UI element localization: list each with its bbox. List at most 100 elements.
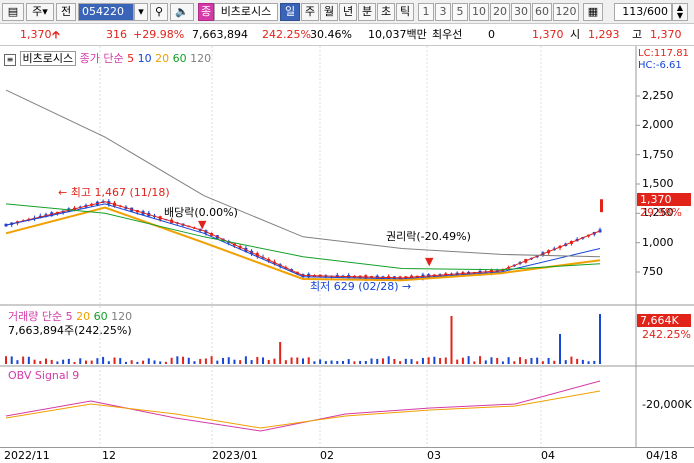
volume-bar [290,357,293,364]
volume-bar [22,356,25,364]
period-minute[interactable]: 분 [358,3,376,21]
name-tag-badge: 종 [198,3,214,21]
volume-bar [96,358,99,364]
obv-signal: Signal 9 [34,369,80,382]
volume-bar [387,356,390,364]
volume-bar [507,357,510,364]
volume-bar [359,360,362,364]
price-panel-stock-name: 비츠로시스 [19,51,77,66]
volume-bar [416,361,419,364]
volume-bar [210,356,213,364]
y-tick-label: 1,750 [642,147,674,161]
rights-arrow-icon: ▼ [425,255,434,268]
volume-bar [467,356,470,364]
volume-bar [364,361,367,364]
ma-20-label: 20 [155,52,170,65]
speaker-icon[interactable]: 🔈 [170,3,194,21]
volume-bar [541,361,544,364]
volume-bar [216,360,219,364]
market-select[interactable]: 주▾ [26,3,54,21]
volume-bar [341,360,344,364]
interval-10[interactable]: 10 [469,3,489,21]
volume-bar [519,357,522,364]
open-label: 시 [570,28,581,41]
volume-bar [381,358,384,364]
code-dropdown[interactable]: ▾ [134,3,148,21]
settings-icon[interactable]: ▦ [583,3,603,21]
volume-bar [170,357,173,364]
volume-bar [307,357,310,364]
volume-bar [244,356,247,364]
chart-area[interactable]: ≡ 비츠로시스 종가 단순 5 10 20 60 120 LC:117.81 H… [0,46,694,450]
volume-bar [193,361,196,364]
volume-bar [496,358,499,364]
volume-bar [336,361,339,364]
volume-bar [10,356,13,364]
x-tick-2022-11: 2022/11 [4,449,50,462]
ma-60-label: 60 [172,52,187,65]
best-ask-label: 최우선 [432,28,463,41]
up-arrow-icon: 🡱 [52,28,60,41]
x-tick-04-18: 04/18 [646,449,678,462]
volume-bar [296,357,299,364]
x-tick-02: 02 [320,449,334,462]
x-tick-12: 12 [102,449,116,462]
period-week[interactable]: 주 [301,3,319,21]
dividend-arrow-icon: ▼ [198,218,207,231]
low-annotation: 최저 629 (02/28) → [310,280,412,293]
interval-120[interactable]: 120 [553,3,579,21]
volume-bar [67,358,70,364]
interval-60[interactable]: 60 [532,3,552,21]
volume-bar [73,361,76,364]
volume-bar [164,361,167,364]
interval-3[interactable]: 3 [435,3,451,21]
counter-spinner[interactable]: ▲ ▼ [672,3,688,21]
volume-bar [113,357,116,364]
all-button[interactable]: 전 [56,3,76,21]
price-panel-header: ≡ 비츠로시스 종가 단순 5 10 20 60 120 [4,50,211,66]
volume-bar [262,357,265,364]
period-day[interactable]: 일 [280,3,300,21]
period-tick[interactable]: 틱 [396,3,414,21]
period-year[interactable]: 년 [339,3,357,21]
volume-bar [501,361,504,364]
price-chart-svg[interactable] [0,46,694,450]
volume-bar [50,359,53,364]
search-icon[interactable]: ⚲ [150,3,168,21]
x-tick-04: 04 [541,449,555,462]
volume-bar [256,357,259,364]
lc-value: LC:117.81 [638,48,689,59]
y-tick-label: 1,000 [642,235,674,249]
volume-bar [250,360,253,364]
y-tick-label: 2,000 [642,118,674,132]
volume-bar [27,356,30,364]
chart-style-icon[interactable]: ≡ [4,54,16,66]
period-month[interactable]: 월 [320,3,338,21]
volume-bar [313,361,316,364]
interval-30[interactable]: 30 [511,3,531,21]
open-price: 1,293 [588,28,620,41]
volume-bar [44,358,47,364]
high-annotation-text: 최고 1,467 (11/18) [70,186,170,199]
volume-bar [124,361,127,364]
volume-bar [90,360,93,364]
best-ask-qty: 0 [488,28,495,41]
change-percent: +29.98% [133,28,185,41]
y-tick-label: 750 [642,265,663,278]
chart-layout-icon[interactable]: ▤ [2,3,24,21]
volume-bar [456,359,459,364]
volume-bar [273,358,276,364]
volume-bar [239,360,242,364]
volume-bar [324,361,327,364]
volume-bar [16,360,19,364]
volume-bar [473,361,476,364]
interval-5[interactable]: 5 [452,3,468,21]
volume-bar [84,360,87,364]
volume-bar [490,357,493,364]
period-second[interactable]: 초 [377,3,395,21]
interval-1[interactable]: 1 [418,3,434,21]
ma-10-label: 10 [137,52,152,65]
stock-code-input[interactable]: 054220 [78,3,134,21]
interval-20[interactable]: 20 [490,3,510,21]
page-counter[interactable]: 113/600 [614,3,672,21]
